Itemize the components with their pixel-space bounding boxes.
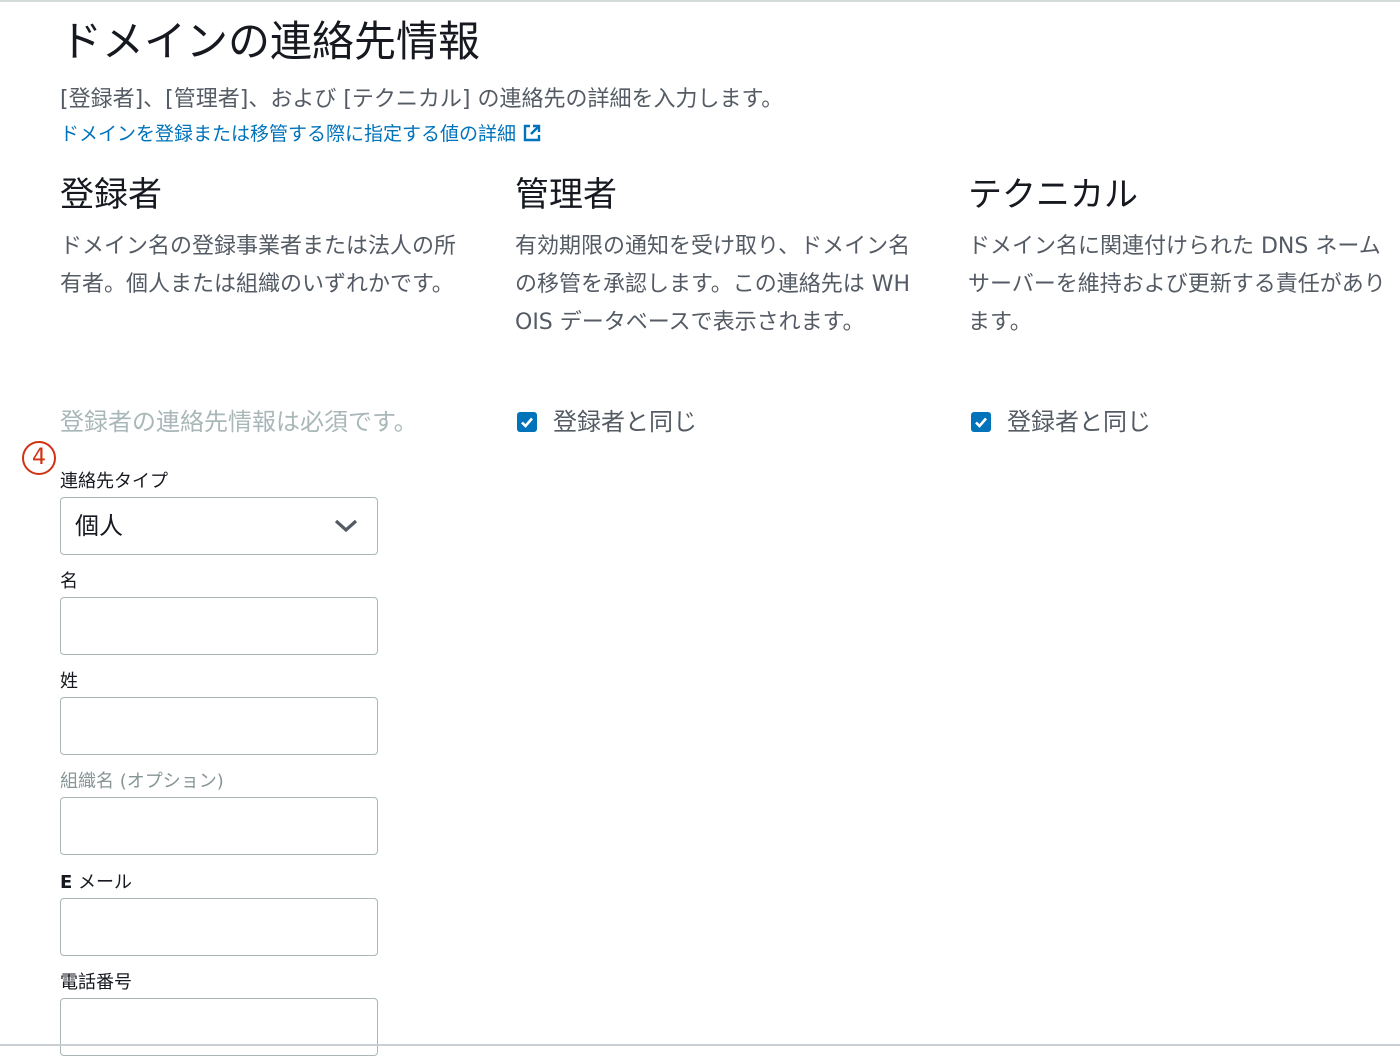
page-title: ドメインの連絡先情報 xyxy=(60,17,481,66)
phone-input[interactable] xyxy=(60,998,378,1056)
last-name-label: 姓 xyxy=(60,671,78,692)
external-link-icon xyxy=(522,123,542,151)
email-label: E メール xyxy=(60,871,132,895)
contact-type-label: 連絡先タイプ xyxy=(60,471,168,492)
first-name-input[interactable] xyxy=(60,597,378,655)
technical-same-label: 登録者と同じ xyxy=(1007,408,1151,436)
technical-same-as-registrant[interactable]: 登録者と同じ xyxy=(971,404,1151,440)
first-name-label: 名 xyxy=(60,571,78,592)
admin-same-label: 登録者と同じ xyxy=(553,408,697,436)
email-label-rest: メール xyxy=(72,872,133,893)
registrant-required-note: 登録者の連絡先情報は必須です。 xyxy=(60,408,418,436)
registrant-column: 登録者 ドメイン名の登録事業者または法人の所有者。個人または組織のいずれかです。 xyxy=(60,172,460,304)
admin-same-checkbox[interactable] xyxy=(517,412,537,432)
page-description: [登録者]、[管理者]、および [テクニカル] の連絡先の詳細を入力します。 xyxy=(60,87,784,112)
email-label-bold: E xyxy=(60,872,73,893)
organization-label: 組織名 (オプション) xyxy=(60,771,224,792)
top-divider xyxy=(0,0,1400,2)
technical-heading: テクニカル xyxy=(968,175,1138,215)
chevron-down-icon xyxy=(333,517,359,539)
admin-column: 管理者 有効期限の通知を受け取り、ドメイン名の移管を承認します。この連絡先は W… xyxy=(515,172,925,342)
admin-description: 有効期限の通知を受け取り、ドメイン名の移管を承認します。この連絡先は WHOIS… xyxy=(515,234,911,335)
phone-label: 電話番号 xyxy=(60,972,132,993)
organization-input[interactable] xyxy=(60,797,378,855)
last-name-input[interactable] xyxy=(60,697,378,755)
admin-heading: 管理者 xyxy=(515,175,617,215)
technical-same-checkbox[interactable] xyxy=(971,412,991,432)
learn-more-link-text: ドメインを登録または移管する際に指定する値の詳細 xyxy=(60,123,517,145)
technical-description: ドメイン名に関連付けられた DNS ネームサーバーを維持および更新する責任があり… xyxy=(968,234,1386,335)
check-icon xyxy=(975,417,987,428)
contact-type-select[interactable]: 個人 xyxy=(60,497,378,555)
learn-more-link[interactable]: ドメインを登録または移管する際に指定する値の詳細 xyxy=(60,120,542,151)
technical-column: テクニカル ドメイン名に関連付けられた DNS ネームサーバーを維持および更新す… xyxy=(968,172,1388,342)
step-marker: 4 xyxy=(22,441,56,475)
contact-type-value: 個人 xyxy=(75,512,123,540)
registrant-description: ドメイン名の登録事業者または法人の所有者。個人または組織のいずれかです。 xyxy=(60,234,457,297)
check-icon xyxy=(521,417,533,428)
registrant-heading: 登録者 xyxy=(60,175,162,215)
admin-same-as-registrant[interactable]: 登録者と同じ xyxy=(517,404,697,440)
bottom-divider xyxy=(0,1044,1400,1046)
email-input[interactable] xyxy=(60,898,378,956)
